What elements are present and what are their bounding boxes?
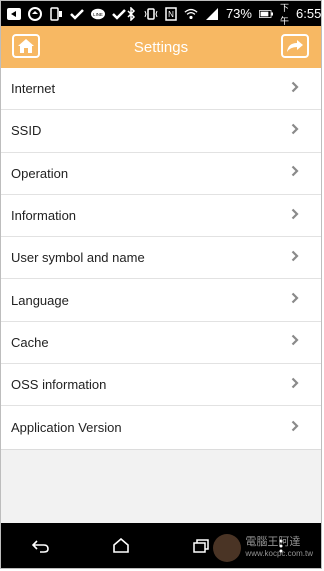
settings-item-label: User symbol and name (11, 250, 145, 266)
back-icon (32, 539, 50, 553)
app-header: Settings (1, 26, 321, 68)
settings-item-operation[interactable]: Operation (1, 153, 321, 195)
svg-text:LINE: LINE (93, 11, 103, 16)
settings-item-ssid[interactable]: SSID (1, 110, 321, 153)
watermark-text: 電腦王阿達 www.kocpc.com.tw (245, 536, 313, 560)
bluetooth-icon (126, 6, 137, 21)
cloud-sync-icon (28, 6, 42, 21)
home-button[interactable] (12, 34, 40, 58)
chevron-right-icon (291, 376, 299, 394)
settings-item-label: OSS information (11, 377, 107, 393)
nav-home-button[interactable] (106, 531, 136, 561)
chevron-right-icon (291, 291, 299, 309)
status-bar-system: N 73% 下午 6:55 (126, 1, 321, 27)
settings-item-language[interactable]: Language (1, 279, 321, 322)
line-app-icon: LINE (91, 7, 105, 21)
check-icon (112, 7, 126, 21)
chevron-right-icon (291, 80, 299, 98)
phone-notification-icon (49, 6, 63, 21)
settings-item-label: Information (11, 208, 77, 224)
signal-icon (205, 7, 219, 21)
settings-item-label: Cache (11, 334, 49, 350)
chevron-right-icon (291, 207, 299, 225)
settings-item-label: Operation (11, 165, 69, 181)
settings-list: Internet SSID Operation Information User… (1, 68, 321, 450)
nfc-icon: N (165, 6, 177, 21)
settings-item-label: SSID (11, 123, 42, 139)
time-prefix: 下午 (279, 2, 289, 26)
settings-item-cache[interactable]: Cache (1, 322, 321, 365)
watermark-line2: www.kocpc.com.tw (245, 549, 313, 558)
settings-item-label: Application Version (11, 420, 122, 436)
home-icon (17, 38, 35, 54)
share-forward-icon (286, 39, 304, 53)
chevron-right-icon (291, 249, 299, 267)
svg-text:N: N (168, 10, 174, 19)
settings-item-internet[interactable]: Internet (1, 68, 321, 111)
navigation-bar: 電腦王阿達 www.kocpc.com.tw (1, 523, 321, 568)
settings-item-oss-information[interactable]: OSS information (1, 364, 321, 407)
settings-item-information[interactable]: Information (1, 195, 321, 238)
chevron-right-icon (291, 164, 299, 182)
battery-icon (258, 7, 273, 21)
settings-item-application-version[interactable]: Application Version (1, 406, 321, 448)
nav-recents-button[interactable] (186, 531, 216, 561)
chevron-right-icon (291, 333, 299, 351)
home-icon (113, 538, 129, 553)
status-bar-notifications: LINE (7, 6, 126, 21)
page-title: Settings (133, 38, 189, 56)
clock: 6:55 (296, 6, 322, 21)
nav-back-button[interactable] (26, 531, 56, 561)
status-bar: LINE N 73% 下午 6:55 (1, 1, 321, 26)
settings-item-user-symbol[interactable]: User symbol and name (1, 237, 321, 280)
share-button[interactable] (281, 34, 309, 58)
vibrate-icon (144, 7, 158, 21)
phone-screen: LINE N 73% 下午 6:55 Settings Internet SSI… (0, 0, 322, 569)
settings-item-label: Internet (11, 81, 56, 97)
back-arrow-notification-icon (7, 7, 21, 21)
wifi-icon (184, 7, 198, 21)
watermark-mascot-icon (213, 534, 242, 562)
watermark: 電腦王阿達 www.kocpc.com.tw (213, 534, 313, 562)
settings-item-label: Language (11, 292, 69, 308)
recents-icon (193, 538, 209, 553)
check-icon (70, 7, 84, 21)
watermark-line1: 電腦王阿達 (245, 536, 301, 548)
chevron-right-icon (291, 419, 299, 437)
chevron-right-icon (291, 122, 299, 140)
battery-percent: 73% (225, 6, 252, 21)
